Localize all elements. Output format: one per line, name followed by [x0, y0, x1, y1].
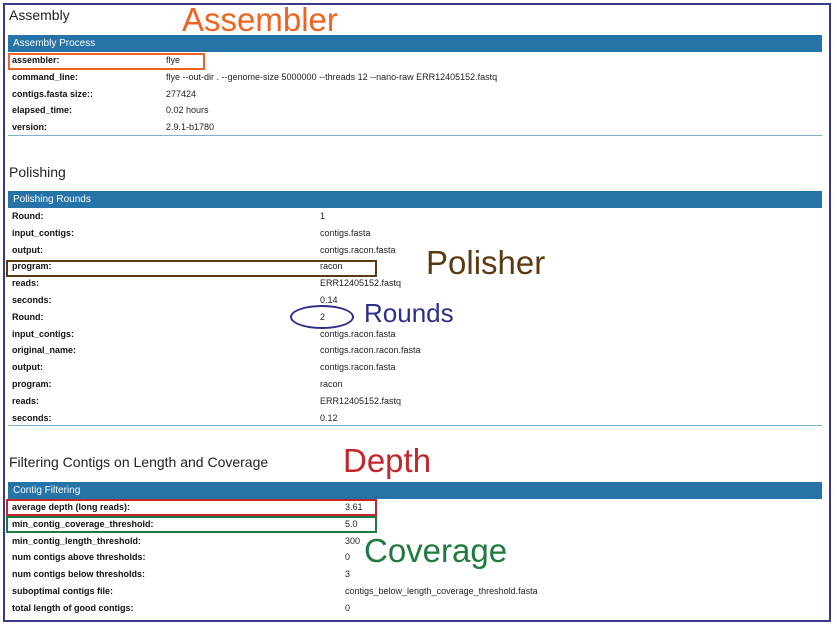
table-row: output: contigs.racon.fasta: [8, 242, 822, 259]
table-row: elapsed_time: 0.02 hours: [8, 102, 822, 119]
table-row: reads: ERR12405152.fastq: [8, 275, 822, 292]
row-key: seconds:: [12, 295, 52, 305]
assembly-process-bar: Assembly Process: [8, 35, 822, 52]
row-value: 3: [345, 569, 351, 580]
table-row: contigs.fasta size:: 277424: [8, 86, 822, 103]
row-value: 2.9.1-b1780: [166, 122, 215, 133]
row-key: input_contigs:: [12, 328, 74, 339]
row-value: contigs.racon.racon.fasta: [320, 345, 421, 356]
table-row: command_line: flye --out-dir . --genome-s…: [8, 69, 822, 86]
row-key: contigs.fasta size::: [12, 88, 94, 99]
rounds-highlight-ellipse: [290, 305, 354, 329]
row-value: contigs.fasta: [320, 227, 371, 238]
polisher-annotation: Polisher: [426, 244, 546, 281]
row-value: 277424: [166, 88, 197, 99]
assembler-highlight-box: [8, 53, 205, 70]
row-key: num contigs above thresholds:: [12, 552, 146, 563]
row-key: output:: [12, 362, 43, 373]
row-key: suboptimal contigs file:: [12, 586, 114, 596]
row-key: elapsed_time:: [12, 105, 73, 116]
table-row: Round: 1: [8, 208, 822, 225]
row-value: racon: [320, 379, 343, 389]
row-key: min_contig_length_threshold:: [12, 535, 142, 546]
rounds-annotation: Rounds: [364, 298, 454, 328]
coverage-annotation: Coverage: [364, 532, 508, 569]
row-value: 0: [345, 602, 351, 613]
row-value: 0.02 hours: [166, 105, 209, 116]
table-row: suboptimal contigs file: contigs_below_le…: [8, 583, 822, 600]
table-row: reads: ERR12405152.fastq: [8, 393, 822, 410]
row-key: program:: [12, 379, 52, 389]
depth-annotation: Depth: [343, 442, 432, 479]
contig-filtering-bar: Contig Filtering: [8, 482, 822, 499]
row-key: output:: [12, 244, 43, 255]
row-value: 300: [345, 535, 361, 546]
table-row: input_contigs: contigs.fasta: [8, 225, 822, 242]
depth-highlight-box: [6, 499, 377, 516]
table-row: original_name: contigs.racon.racon.fasta: [8, 342, 822, 359]
row-key: Round:: [12, 311, 44, 322]
row-key: reads:: [12, 278, 40, 289]
row-value: 0: [345, 552, 351, 563]
row-key: num contigs below thresholds:: [12, 569, 146, 580]
filtering-title: Filtering Contigs on Length and Coverage: [9, 454, 269, 470]
polishing-title: Polishing: [9, 164, 66, 180]
row-value: ERR12405152.fastq: [320, 278, 402, 289]
coverage-highlight-box: [6, 516, 377, 533]
assembly-divider: [8, 135, 822, 136]
row-key: reads:: [12, 395, 40, 406]
table-row: version: 2.9.1-b1780: [8, 119, 822, 136]
row-key: original_name:: [12, 345, 77, 356]
table-row: output: contigs.racon.fasta: [8, 359, 822, 376]
row-key: version:: [12, 122, 48, 133]
polishing-divider: [8, 425, 822, 426]
row-key: Round:: [12, 211, 44, 221]
assembler-annotation: Assembler: [182, 1, 338, 38]
table-row: total length of good contigs: 0: [8, 600, 822, 617]
row-key: command_line:: [12, 71, 79, 82]
row-value: flye --out-dir . --genome-size 5000000 -…: [166, 71, 498, 82]
row-value: contigs.racon.fasta: [320, 362, 396, 373]
row-key: total length of good contigs:: [12, 602, 134, 613]
row-value: contigs.racon.fasta: [320, 244, 396, 255]
row-value: contigs_below_length_coverage_threshold.…: [345, 586, 538, 596]
assembly-title: Assembly: [9, 7, 70, 23]
polishing-rounds-bar: Polishing Rounds: [8, 191, 822, 208]
row-value: 1: [320, 211, 326, 221]
row-value: ERR12405152.fastq: [320, 395, 402, 406]
polisher-highlight-box: [6, 260, 377, 277]
row-key: input_contigs:: [12, 227, 74, 238]
table-row: program: racon: [8, 376, 822, 393]
